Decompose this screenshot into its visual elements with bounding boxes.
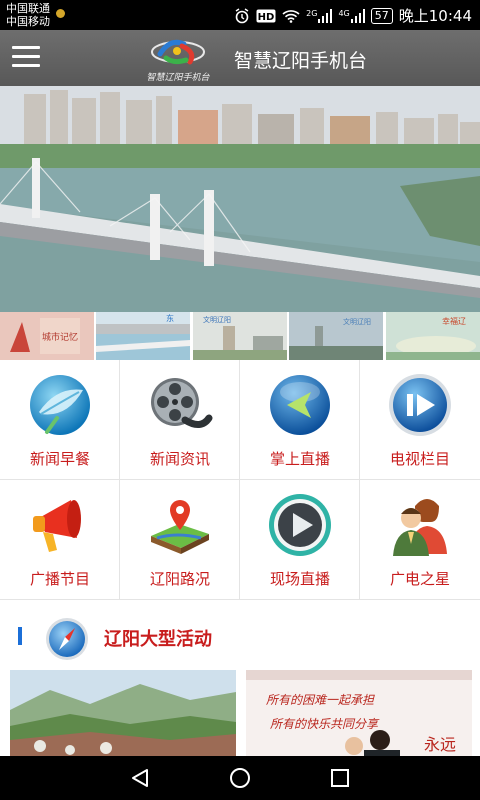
alarm-icon xyxy=(235,7,249,23)
menu-item-radio-programs[interactable]: 广播节目 xyxy=(0,480,120,600)
thumbnail-strip: 城市记忆 东 文明辽阳 文明辽阳 幸福辽 xyxy=(0,312,480,360)
menu-button[interactable] xyxy=(12,46,40,68)
nav-back-button[interactable] xyxy=(120,758,160,798)
svg-text:东: 东 xyxy=(166,313,174,323)
menu-label: 电视栏目 xyxy=(389,450,450,468)
menu-label: 广播节目 xyxy=(29,570,90,588)
carrier-2: 中国移动 xyxy=(6,15,50,28)
thumbnail-5[interactable]: 幸福辽 xyxy=(385,312,480,360)
users-icon xyxy=(393,499,447,556)
menu-item-news-info[interactable]: 新闻资讯 xyxy=(120,360,240,480)
signal-2g-icon: 2G xyxy=(306,8,333,23)
menu-item-tv-columns[interactable]: 电视栏目 xyxy=(360,360,480,480)
hamburger-line xyxy=(12,64,40,67)
event-photo: 所有的困难一起承担 所有的快乐共同分享 永远 xyxy=(246,670,472,756)
back-arrow-icon xyxy=(270,375,330,435)
menu-item-broadcast-stars[interactable]: 广电之星 xyxy=(360,480,480,600)
logo-icon xyxy=(151,39,205,65)
signal-4g-icon: 4G xyxy=(338,8,365,23)
thumbnail-1[interactable]: 城市记忆 xyxy=(0,312,95,360)
thumbnail-2[interactable]: 东 xyxy=(96,312,191,360)
battery-icon: 57 xyxy=(370,7,393,24)
app-logo: 智慧辽阳手机台 xyxy=(130,34,226,84)
svg-text:文明辽阳: 文明辽阳 xyxy=(203,315,231,324)
film-reel-icon xyxy=(151,378,213,428)
menu-grid: 新闻早餐 新闻资讯 掌上直播 电视栏目 广播节目 辽阳路况 现场直播 广电之星 xyxy=(0,360,480,600)
play-icon xyxy=(269,494,331,556)
section-accent-bar xyxy=(18,627,22,645)
megaphone-icon xyxy=(33,500,81,552)
svg-text:文明辽阳: 文明辽阳 xyxy=(343,317,371,326)
svg-text:所有的困难一起承担: 所有的困难一起承担 xyxy=(266,693,375,707)
status-time: 晚上10:44 xyxy=(398,7,472,25)
activity-card-1[interactable] xyxy=(10,670,236,756)
thumbnail-4[interactable]: 文明辽阳 xyxy=(289,312,384,360)
thumbnail-image: 东 xyxy=(96,312,191,360)
nav-recents-button[interactable] xyxy=(320,758,360,798)
notification-dot-icon xyxy=(56,9,65,18)
section-title: 辽阳大型活动 xyxy=(104,629,212,650)
menu-item-road-conditions[interactable]: 辽阳路况 xyxy=(120,480,240,600)
status-indicators: HD 2G 4G 57 晚上10:44 xyxy=(234,5,472,26)
square-recents-icon xyxy=(331,769,349,787)
wifi-icon xyxy=(282,9,300,23)
thumbnail-image: 文明辽阳 xyxy=(289,312,384,360)
logo-text: 智慧辽阳手机台 xyxy=(146,73,210,83)
menu-label: 现场直播 xyxy=(269,570,330,588)
menu-label: 广电之星 xyxy=(389,570,450,588)
svg-text:HD: HD xyxy=(258,12,275,23)
menu-label: 新闻早餐 xyxy=(29,450,90,468)
svg-text:幸福辽: 幸福辽 xyxy=(442,317,466,326)
pause-play-icon xyxy=(389,374,451,436)
landscape-photo xyxy=(10,670,236,756)
app-title: 智慧辽阳手机台 xyxy=(234,50,368,72)
hamburger-icon xyxy=(12,46,40,49)
leaf-icon xyxy=(30,375,90,435)
menu-label: 新闻资讯 xyxy=(149,450,210,468)
activity-cards: 所有的困难一起承担 所有的快乐共同分享 永远 xyxy=(0,670,480,756)
carrier-info: 中国联通 中国移动 xyxy=(6,2,50,28)
app-bar: 智慧辽阳手机台 智慧辽阳手机台 xyxy=(0,30,480,86)
circle-home-icon xyxy=(230,768,250,788)
activity-card-2[interactable]: 所有的困难一起承担 所有的快乐共同分享 永远 xyxy=(246,670,472,756)
menu-item-news-breakfast[interactable]: 新闻早餐 xyxy=(0,360,120,480)
carrier-1: 中国联通 xyxy=(6,2,50,15)
system-nav-bar xyxy=(0,756,480,800)
svg-text:城市记忆: 城市记忆 xyxy=(42,331,78,343)
section-header: 辽阳大型活动 xyxy=(0,600,480,670)
svg-text:所有的快乐共同分享: 所有的快乐共同分享 xyxy=(270,717,380,731)
menu-item-mobile-live[interactable]: 掌上直播 xyxy=(240,360,360,480)
menu-item-live-broadcast[interactable]: 现场直播 xyxy=(240,480,360,600)
thumbnail-image: 幸福辽 xyxy=(385,312,480,360)
svg-text:永远: 永远 xyxy=(424,735,456,754)
menu-label: 掌上直播 xyxy=(269,450,330,468)
bridge-photo xyxy=(0,86,480,312)
thumbnail-3[interactable]: 文明辽阳 xyxy=(192,312,287,360)
menu-label: 辽阳路况 xyxy=(149,570,210,588)
map-pin-icon xyxy=(151,500,209,554)
nav-home-button[interactable] xyxy=(220,758,260,798)
hd-icon: HD xyxy=(256,9,276,23)
thumbnail-image: 文明辽阳 xyxy=(192,312,287,360)
triangle-back-icon xyxy=(132,769,148,787)
compass-icon xyxy=(46,618,88,660)
hero-banner[interactable] xyxy=(0,86,480,312)
hamburger-line xyxy=(12,55,40,58)
status-bar: 中国联通 中国移动 HD 2G 4G 57 晚上10:44 xyxy=(0,0,480,30)
thumbnail-image: 城市记忆 xyxy=(0,312,94,360)
